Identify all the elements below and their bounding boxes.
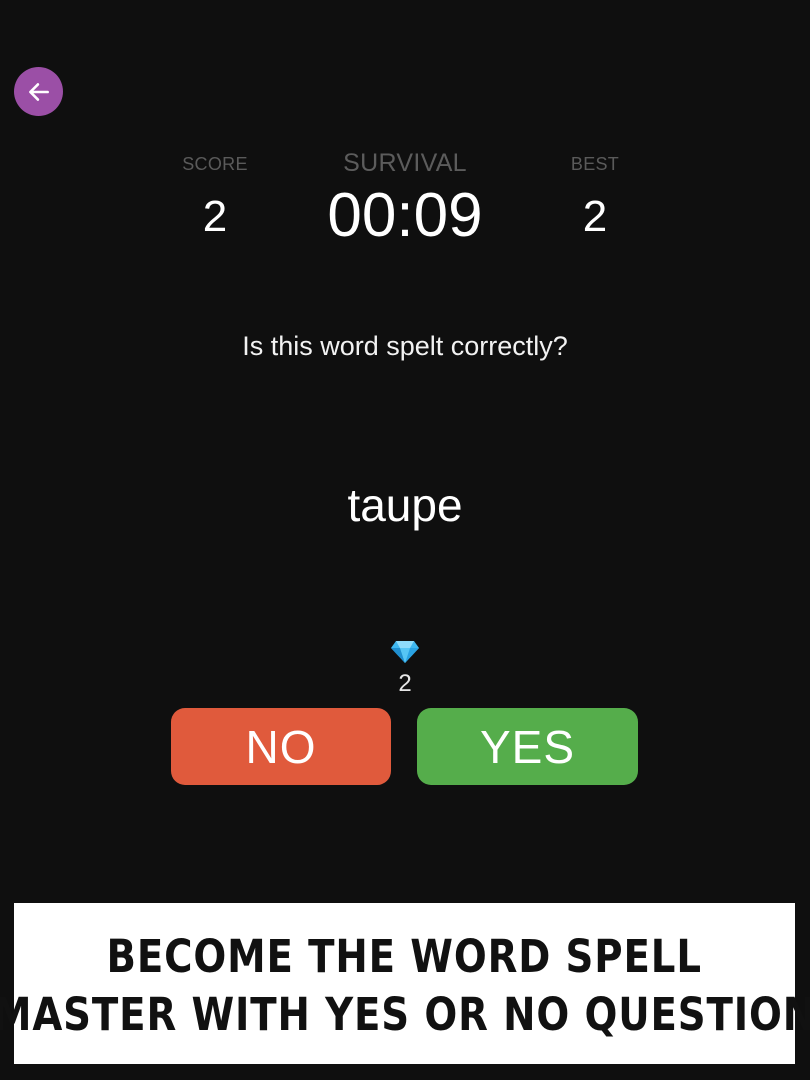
- best-label: BEST: [570, 154, 620, 174]
- question-text: Is this word spelt correctly?: [242, 331, 568, 361]
- arrow-left-icon: [28, 82, 49, 101]
- back-button[interactable]: [14, 67, 63, 116]
- timer: 00:09: [327, 181, 483, 250]
- promo-banner: BECOME THE WORD SPELL MASTER WITH YES OR…: [0, 903, 810, 1064]
- score-value: 2: [202, 192, 228, 241]
- quiz-word: taupe: [347, 479, 463, 531]
- banner-line-1: BECOME THE WORD SPELL: [106, 929, 703, 983]
- diamond-icon: [391, 641, 419, 663]
- no-button[interactable]: NO: [171, 708, 391, 785]
- mode-label: SURVIVAL: [343, 149, 467, 177]
- best-value: 2: [582, 192, 608, 241]
- yes-button[interactable]: YES: [417, 708, 638, 785]
- gem-count: 2: [398, 670, 412, 697]
- banner-line-2: MASTER WITH YES OR NO QUESTION: [0, 987, 810, 1041]
- score-label: SCORE: [182, 154, 248, 174]
